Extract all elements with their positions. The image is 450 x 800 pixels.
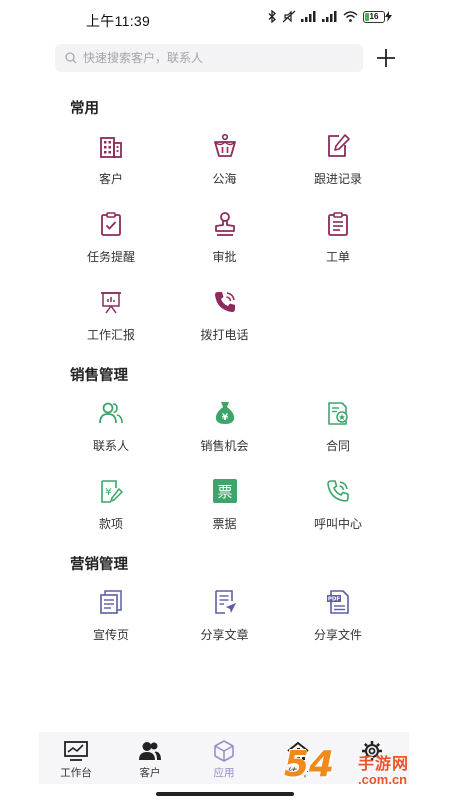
battery-level: 16 [369,11,379,21]
signal-icon-1 [301,11,316,22]
public-pool-icon [210,131,240,161]
app-tile-share-article[interactable]: 分享文章 [168,574,281,652]
apps-cube-icon [212,740,236,762]
payment-icon: ¥ [96,476,126,506]
app-tile-public-pool[interactable]: 公海 [168,118,281,196]
app-tile-share-file[interactable]: PDF 分享文件 [281,574,395,652]
share-article-icon [210,587,240,617]
app-label: 分享文章 [200,628,249,642]
common-apps-grid: 客户 公海 跟进记录 任务提醒 审批 工单 工作汇报 拨打电话 [54,118,395,352]
presentation-board-icon [96,287,126,317]
nav-label: 客户 [139,767,161,779]
status-bar: 上午11:39 16 [0,0,450,38]
app-label: 呼叫中心 [313,517,362,531]
section-title-common: 常用 [70,101,99,117]
app-tile-contract[interactable]: 合同 [281,385,395,463]
app-tile-work-order[interactable]: 工单 [281,196,395,274]
nav-label: 工作台 [60,767,92,779]
app-label: 客户 [98,172,123,186]
search-input[interactable] [83,51,333,65]
nav-label: 应用 [213,767,235,779]
app-tile-sales-opportunity[interactable]: ¥ 销售机会 [168,385,281,463]
nav-customers[interactable]: 客户 [113,732,187,784]
call-center-icon [323,476,353,506]
marketing-apps-grid: 宣传页 分享文章 PDF 分享文件 [54,574,395,652]
contacts-icon [96,398,126,428]
app-label: 工单 [325,250,350,264]
app-label: 销售机会 [200,439,249,453]
add-button[interactable] [374,46,398,70]
app-tile-approval[interactable]: 审批 [168,196,281,274]
app-label: 票据 [212,517,237,531]
app-label: 合同 [325,439,350,453]
wifi-icon [343,11,358,22]
share-file-icon: PDF [323,587,353,617]
app-tile-invoice[interactable]: 票 票据 [168,463,281,541]
svg-text:¥: ¥ [105,487,111,498]
bluetooth-icon [268,10,276,23]
app-label: 工作汇报 [86,328,135,342]
signal-icon-2 [322,11,337,22]
customers-icon [138,740,162,762]
stamp-icon [210,209,240,239]
search-bar[interactable] [55,44,363,72]
home-indicator [156,792,294,796]
money-bag-icon: ¥ [210,398,240,428]
dashboard-icon [64,740,88,762]
app-label: 审批 [212,250,237,264]
app-tile-make-call[interactable]: 拨打电话 [168,274,281,352]
app-tile-follow-up[interactable]: 跟进记录 [281,118,395,196]
battery-icon: 16 [363,10,385,23]
sales-apps-grid: 联系人 ¥ 销售机会 合同 ¥ 款项 票 票据 呼叫中心 [54,385,395,541]
invoice-glyph: 票 [217,483,232,501]
phone-call-icon [210,287,240,317]
watermark-url: .com.cn [358,772,408,787]
app-label: 分享文件 [313,628,362,642]
app-tile-flyer[interactable]: 宣传页 [54,574,168,652]
app-label: 联系人 [92,439,129,453]
pdf-badge: PDF [328,597,341,603]
edit-note-icon [323,131,353,161]
nav-workbench[interactable]: 工作台 [39,732,113,784]
status-icons: 16 [268,10,392,23]
app-tile-payment[interactable]: ¥ 款项 [54,463,168,541]
svg-text:¥: ¥ [221,413,228,423]
watermark-brand: 手游网 [358,756,410,773]
app-label: 任务提醒 [86,250,135,264]
app-tile-call-center[interactable]: 呼叫中心 [281,463,395,541]
flyer-icon [96,587,126,617]
nav-apps[interactable]: 应用 [187,732,261,784]
task-clipboard-icon [96,209,126,239]
app-label: 公海 [212,172,237,186]
app-label: 跟进记录 [313,172,362,186]
app-tile-work-report[interactable]: 工作汇报 [54,274,168,352]
app-tile-task-reminder[interactable]: 任务提醒 [54,196,168,274]
watermark-logo: 54 手游网 .com.cn [284,744,444,796]
app-label: 拨打电话 [200,328,249,342]
section-title-sales: 销售管理 [70,368,128,384]
section-title-marketing: 营销管理 [70,557,128,573]
invoice-icon: 票 [210,476,240,506]
battery-indicator: 16 [363,10,392,23]
mute-icon [282,10,296,23]
building-icon [96,131,126,161]
app-label: 款项 [98,517,123,531]
charging-icon [385,11,392,22]
search-icon [65,52,77,64]
watermark-number: 54 [284,744,335,785]
app-tile-contacts[interactable]: 联系人 [54,385,168,463]
status-time: 上午11:39 [86,13,151,29]
contract-icon [323,398,353,428]
app-tile-customers[interactable]: 客户 [54,118,168,196]
app-label: 宣传页 [92,628,129,642]
work-order-icon [323,209,353,239]
